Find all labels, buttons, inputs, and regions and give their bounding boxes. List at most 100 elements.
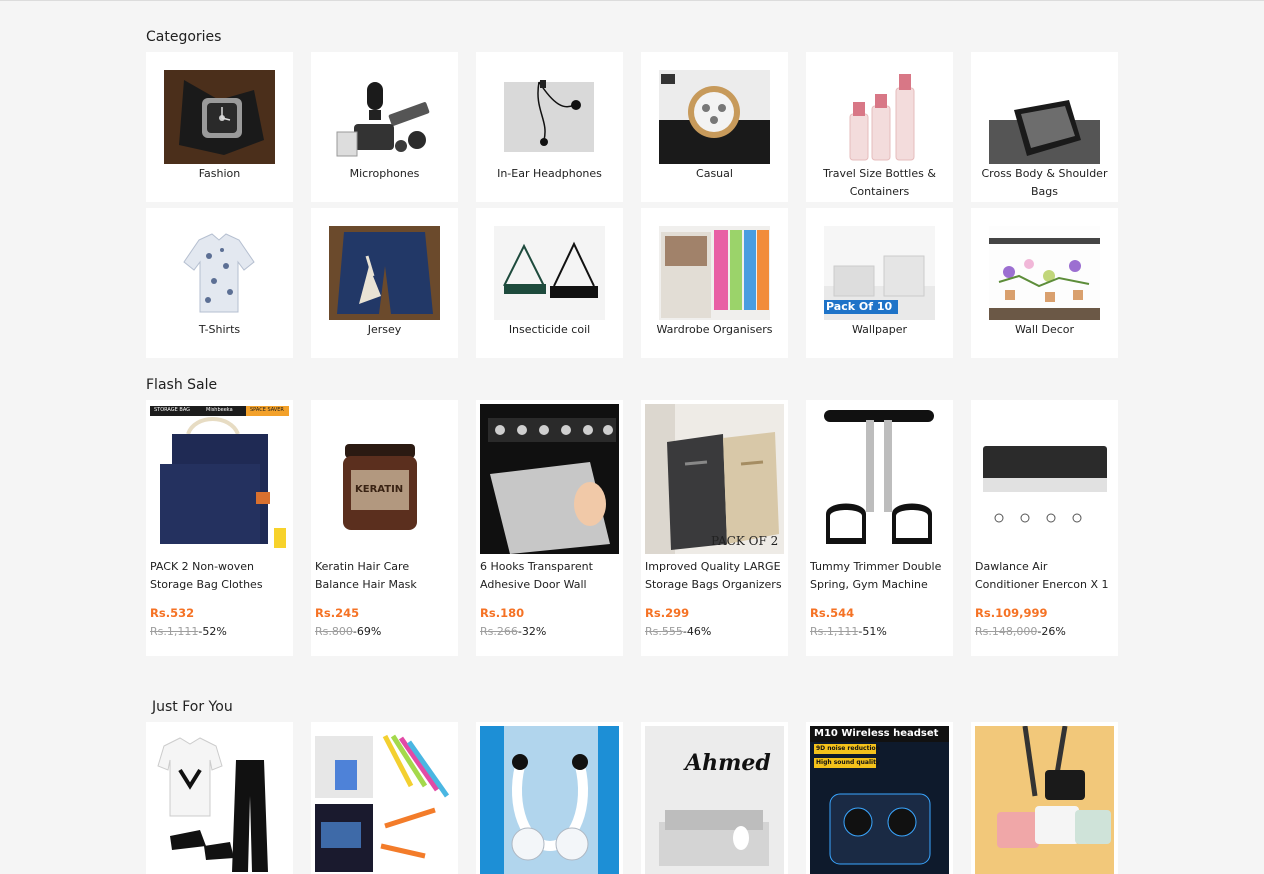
flash-product-card[interactable]: Tummy Trimmer Double Spring, Gym Machine… xyxy=(806,400,953,656)
product-old-price: Rs.800 xyxy=(315,625,353,638)
category-label: Wallpaper xyxy=(851,323,908,336)
keratin-label: KERATIN xyxy=(355,484,404,495)
storage-bag-brand: Mishbeeka xyxy=(206,407,233,413)
storage-bag-banner: STORAGE BAG xyxy=(154,407,191,413)
category-label: Cross Body & Shoulder Bags xyxy=(981,167,1108,198)
shorts-image xyxy=(329,226,440,320)
product-price: Rs.180 xyxy=(480,606,525,620)
category-travel-bottles[interactable]: Travel Size Bottles & Containers xyxy=(806,52,953,202)
shirt-image xyxy=(164,226,275,320)
category-label: Fashion xyxy=(198,167,241,180)
product-old-price-row: Rs.148,000-26% xyxy=(975,625,1114,638)
air-conditioner-image xyxy=(975,404,1114,554)
product-price: Rs.299 xyxy=(645,606,690,620)
hooks-image xyxy=(480,404,619,554)
product-price: Rs.532 xyxy=(150,606,195,620)
storage-bag-image: STORAGE BAG Mishbeeka SPACE SAVER xyxy=(150,404,289,554)
flash-product-card[interactable]: PACK OF 2 Improved Quality LARGE Storage… xyxy=(641,400,788,656)
product-old-price: Rs.555 xyxy=(645,625,683,638)
flash-product-card[interactable]: STORAGE BAG Mishbeeka SPACE SAVER PACK 2… xyxy=(146,400,293,656)
category-label: In-Ear Headphones xyxy=(497,167,602,180)
category-jersey[interactable]: Jersey xyxy=(311,208,458,358)
category-label: Casual xyxy=(696,167,733,180)
tshirt-trouser-set-image xyxy=(150,726,289,874)
product-discount: -69% xyxy=(352,625,382,638)
tummy-trimmer-image xyxy=(810,404,949,554)
jfy-product-card[interactable] xyxy=(311,722,458,874)
category-microphones[interactable]: Microphones xyxy=(311,52,458,202)
category-wallpaper[interactable]: Pack Of 10 Wallpaper xyxy=(806,208,953,358)
category-cross-body-bags[interactable]: Cross Body & Shoulder Bags xyxy=(971,52,1118,202)
name-decor-text: Ahmed xyxy=(685,750,771,776)
product-old-price: Rs.148,000 xyxy=(975,625,1038,638)
just-for-you-title: Just For You xyxy=(152,699,233,715)
jfy-product-card[interactable]: M10 Wireless headset 9D noise reduction … xyxy=(806,722,953,874)
category-label: Wardrobe Organisers xyxy=(656,323,773,336)
product-old-price-row: Rs.1,111-51% xyxy=(810,625,949,638)
jfy-product-card[interactable] xyxy=(971,722,1118,874)
flash-product-card[interactable]: KERATIN Keratin Hair Care Balance Hair M… xyxy=(311,400,458,656)
flash-sale-grid: STORAGE BAG Mishbeeka SPACE SAVER PACK 2… xyxy=(146,400,1136,656)
jfy-product-card[interactable]: Ahmed xyxy=(641,722,788,874)
category-label: Wall Decor xyxy=(1014,323,1075,336)
flash-sale-title: Flash Sale xyxy=(146,377,218,393)
phone-case-image xyxy=(989,70,1100,164)
wireless-headset-image: M10 Wireless headset 9D noise reduction … xyxy=(810,726,949,874)
product-old-price: Rs.1,111 xyxy=(150,625,199,638)
headset-sub1: 9D noise reduction xyxy=(816,745,880,752)
product-old-price-row: Rs.555-46% xyxy=(645,625,784,638)
keratin-jar-image: KERATIN xyxy=(315,404,454,554)
category-wardrobe-organisers[interactable]: Wardrobe Organisers xyxy=(641,208,788,358)
product-title: Improved Quality LARGE Storage Bags Orga… xyxy=(645,560,782,591)
product-old-price: Rs.266 xyxy=(480,625,518,638)
usb-lights-image xyxy=(315,726,454,874)
product-old-price-row: Rs.800-69% xyxy=(315,625,454,638)
product-title: PACK 2 Non-woven Storage Bag Clothes xyxy=(150,560,263,591)
product-discount: -51% xyxy=(858,625,887,638)
top-divider xyxy=(0,0,1264,1)
categories-title: Categories xyxy=(146,29,222,45)
just-for-you-grid: Ahmed M10 Wireless headset 9D noise redu… xyxy=(146,722,1136,874)
category-label: T-Shirts xyxy=(198,323,241,336)
product-title: Keratin Hair Care Balance Hair Mask 500m… xyxy=(315,560,417,591)
product-discount: -32% xyxy=(517,625,547,638)
flash-product-card[interactable]: Dawlance Air Conditioner Enercon X 1 Ton… xyxy=(971,400,1118,656)
category-fashion[interactable]: Fashion xyxy=(146,52,293,202)
product-title: 6 Hooks Transparent Adhesive Door Wall xyxy=(480,560,593,591)
flash-product-card[interactable]: 6 Hooks Transparent Adhesive Door Wall R… xyxy=(476,400,623,656)
category-casual[interactable]: Casual xyxy=(641,52,788,202)
category-insecticide-coil[interactable]: Insecticide coil xyxy=(476,208,623,358)
earphones-image xyxy=(494,70,605,164)
category-label: Insecticide coil xyxy=(508,323,591,336)
product-discount: -46% xyxy=(682,625,712,638)
product-price: Rs.245 xyxy=(315,606,360,620)
headset-sub2: High sound quality xyxy=(816,759,880,766)
product-price: Rs.544 xyxy=(810,606,855,620)
jfy-product-card[interactable] xyxy=(146,722,293,874)
neck-fan-image xyxy=(480,726,619,874)
category-t-shirts[interactable]: T-Shirts xyxy=(146,208,293,358)
shoulder-bags-image xyxy=(975,726,1114,874)
category-wall-decor[interactable]: Wall Decor xyxy=(971,208,1118,358)
microphone-image xyxy=(329,70,440,164)
watch-image xyxy=(164,70,275,164)
coil-stand-image xyxy=(494,226,605,320)
product-old-price-row: Rs.1,111-52% xyxy=(150,625,289,638)
wall-decor-image xyxy=(989,226,1100,320)
casual-watch-image xyxy=(659,70,770,164)
category-in-ear-headphones[interactable]: In-Ear Headphones xyxy=(476,52,623,202)
product-title: Tummy Trimmer Double Spring, Gym Machine xyxy=(810,560,942,591)
bottles-image xyxy=(824,70,935,164)
wardrobe-image xyxy=(659,226,770,320)
headset-title: M10 Wireless headset xyxy=(814,728,939,739)
category-label: Jersey xyxy=(367,323,402,336)
categories-grid: Fashion Microphones In-Ear Headphones Ca… xyxy=(146,52,1136,358)
product-discount: -26% xyxy=(1037,625,1066,638)
pack-of-2-label: PACK OF 2 xyxy=(711,534,779,548)
product-discount: -52% xyxy=(198,625,227,638)
storage-bag-saver: SPACE SAVER xyxy=(250,407,284,413)
product-old-price: Rs.1,111 xyxy=(810,625,859,638)
category-label: Microphones xyxy=(349,167,420,180)
product-price: Rs.109,999 xyxy=(975,606,1048,620)
jfy-product-card[interactable] xyxy=(476,722,623,874)
